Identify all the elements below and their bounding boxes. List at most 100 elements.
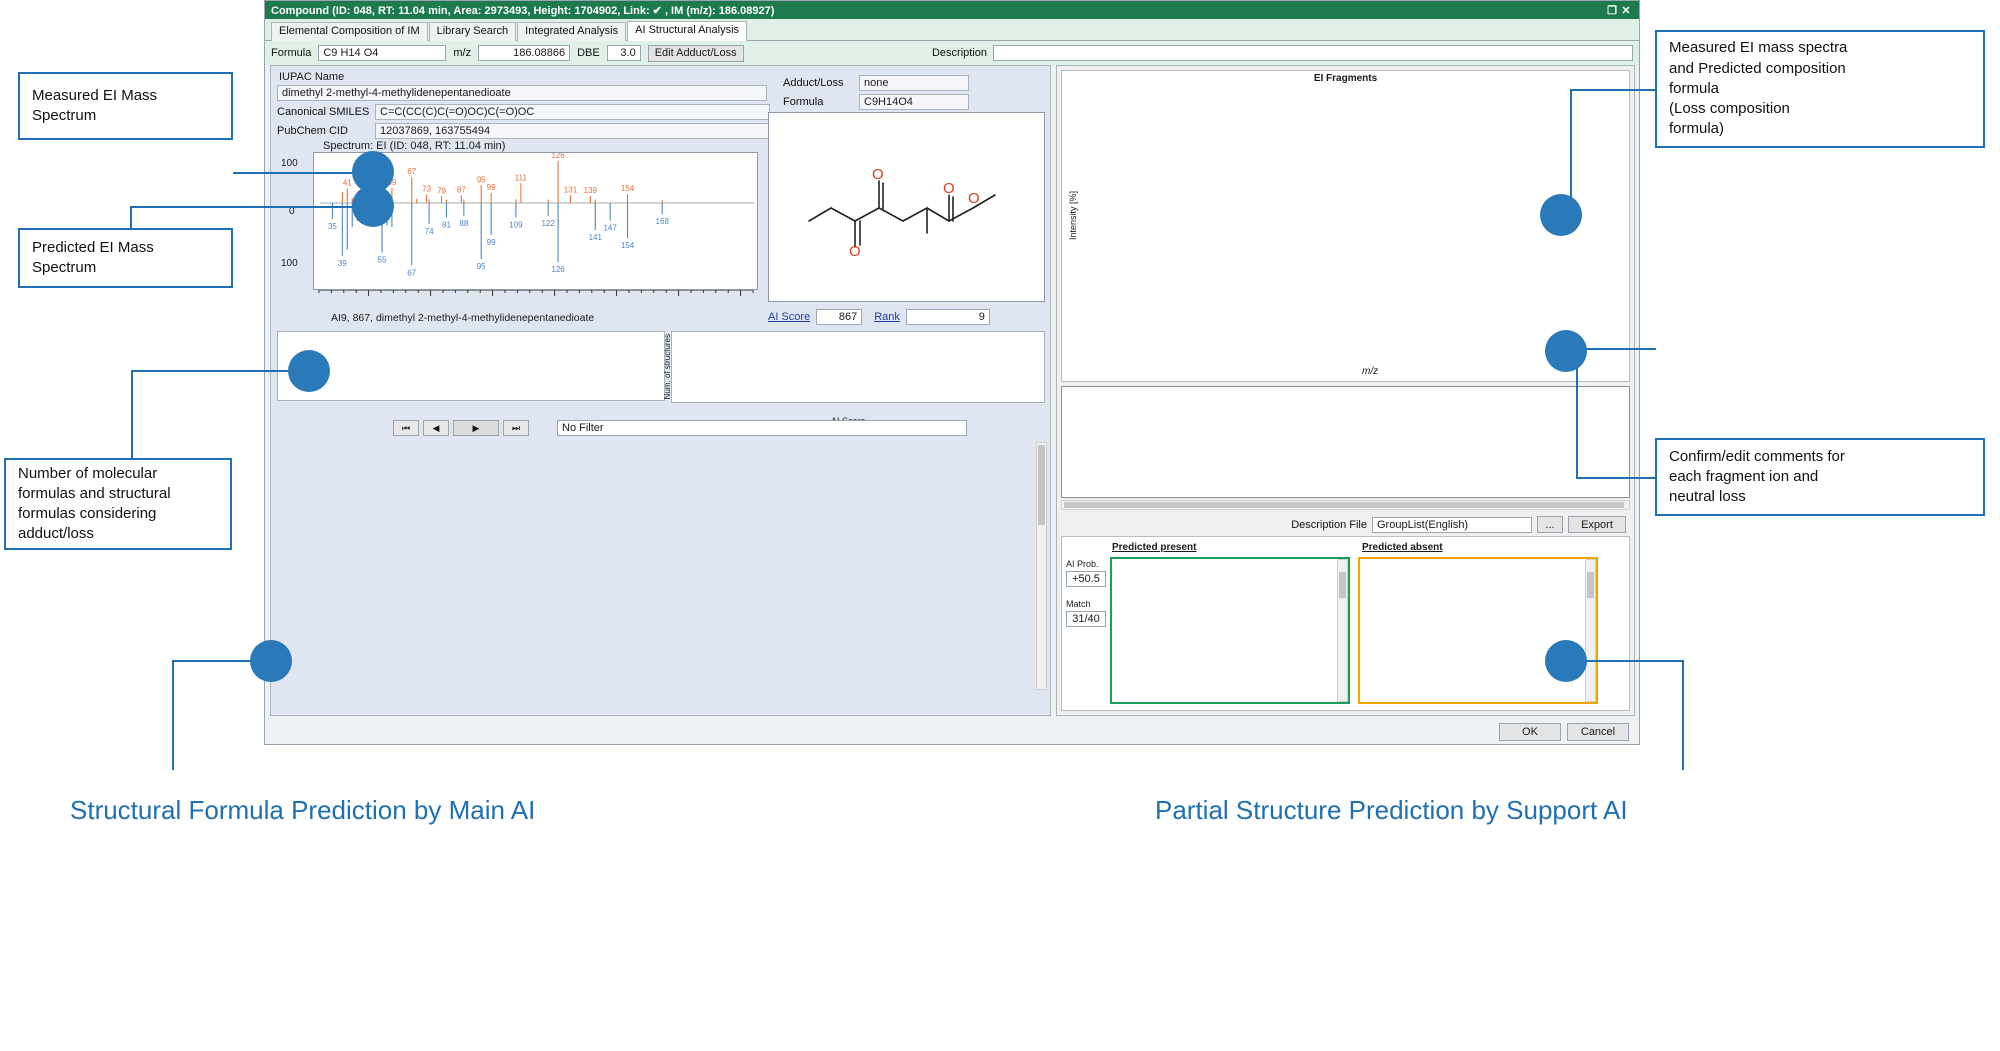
adduct-loss-table[interactable] bbox=[277, 331, 665, 401]
svg-text:139: 139 bbox=[584, 186, 598, 195]
close-window-icon[interactable]: ✕ bbox=[1619, 4, 1633, 17]
leader-numformulas-v bbox=[131, 370, 133, 460]
ei-fragments-xlabel: m/z bbox=[1362, 366, 1378, 377]
last-page-button[interactable]: ⏭ bbox=[503, 420, 529, 436]
tab-ai-structural-analysis[interactable]: AI Structural Analysis bbox=[627, 21, 747, 41]
footer-right-title: Partial Structure Prediction by Support … bbox=[1155, 795, 1985, 826]
dbe-label: DBE bbox=[577, 47, 600, 59]
leader-footer-left-v bbox=[172, 660, 174, 770]
tab-integrated-analysis[interactable]: Integrated Analysis bbox=[517, 22, 626, 41]
callout-measured-text: Measured EI Mass Spectrum bbox=[32, 86, 157, 127]
navigation-bar: ⏮ ◀ ▶ ⏭ No Filter bbox=[277, 420, 1045, 436]
svg-text:74: 74 bbox=[425, 227, 434, 236]
svg-text:99: 99 bbox=[487, 183, 496, 192]
svg-text:147: 147 bbox=[603, 224, 617, 233]
marker-footer-left bbox=[250, 640, 292, 682]
ei-fragments-svg[interactable] bbox=[1080, 87, 1616, 369]
leader-footer-right-v bbox=[1682, 660, 1684, 770]
iupac-name-input[interactable]: dimethyl 2-methyl-4-methylidenepentanedi… bbox=[277, 85, 767, 101]
callout-measured-right: Measured EI mass spectra and Predicted c… bbox=[1655, 30, 1985, 148]
tab-library-search[interactable]: Library Search bbox=[429, 22, 517, 41]
ei-fragments-ylabel: Intensity [%] bbox=[1068, 191, 1078, 240]
formula-input[interactable]: C9 H14 O4 bbox=[318, 45, 446, 61]
histogram-x-ticks bbox=[671, 404, 1045, 416]
structure-grid-scrollbar[interactable] bbox=[1036, 442, 1047, 690]
marker-measured-right bbox=[1540, 194, 1582, 236]
marker-predicted bbox=[352, 185, 394, 227]
absent-scrollbar[interactable] bbox=[1585, 559, 1596, 702]
svg-text:154: 154 bbox=[621, 184, 635, 193]
export-button[interactable]: Export bbox=[1568, 516, 1626, 533]
svg-text:95: 95 bbox=[477, 175, 486, 184]
present-scrollbar[interactable] bbox=[1337, 559, 1348, 702]
hscrollbar-thumb[interactable] bbox=[1064, 502, 1624, 508]
canonical-smiles-input[interactable]: C=C(CC(C)C(=O)OC)C(=O)OC bbox=[375, 104, 770, 120]
structure-drawing-box: O O O O bbox=[768, 112, 1045, 302]
marker-footer-right bbox=[1545, 640, 1587, 682]
rank-value: 9 bbox=[906, 309, 990, 325]
scrollbar-thumb[interactable] bbox=[1038, 445, 1045, 525]
leader-confirm-h2 bbox=[1576, 477, 1656, 479]
svg-text:35: 35 bbox=[328, 222, 337, 231]
ok-button[interactable]: OK bbox=[1499, 723, 1561, 741]
present-cards bbox=[1112, 559, 1337, 702]
predicted-present-group[interactable] bbox=[1110, 557, 1350, 704]
cancel-button[interactable]: Cancel bbox=[1567, 723, 1629, 741]
predicted-absent-group[interactable] bbox=[1358, 557, 1598, 704]
first-page-button[interactable]: ⏮ bbox=[393, 420, 419, 436]
svg-text:67: 67 bbox=[407, 167, 416, 176]
spectrum-y-top-label: 100 bbox=[281, 158, 298, 169]
fragment-table[interactable] bbox=[1061, 386, 1630, 498]
spectrum-y-bottom-label: 100 bbox=[281, 258, 298, 269]
description-file-label: Description File bbox=[1291, 519, 1367, 531]
leader-measured-h bbox=[233, 172, 353, 174]
dbe-input[interactable]: 3.0 bbox=[607, 45, 641, 61]
histogram-ylabel: Num. of structures bbox=[663, 334, 672, 399]
adduct-loss-label: Adduct/Loss bbox=[783, 77, 853, 89]
absent-scrollbar-thumb[interactable] bbox=[1587, 572, 1594, 598]
formula-toolbar: Formula C9 H14 O4 m/z 186.08866 DBE 3.0 … bbox=[265, 41, 1639, 65]
play-button[interactable]: ▶ bbox=[453, 420, 499, 436]
leader-numformulas-h bbox=[131, 370, 291, 372]
svg-text:126: 126 bbox=[551, 153, 565, 160]
restore-window-icon[interactable]: ❐ bbox=[1605, 4, 1619, 17]
application-window: Compound (ID: 048, RT: 11.04 min, Area: … bbox=[264, 0, 1640, 745]
callout-measured-right-text: Measured EI mass spectra and Predicted c… bbox=[1669, 38, 1847, 139]
spectrum-caption: AI9, 867, dimethyl 2-methyl-4-methyliden… bbox=[331, 312, 594, 324]
edit-adduct-loss-button[interactable]: Edit Adduct/Loss bbox=[648, 45, 744, 62]
ai-score-label[interactable]: AI Score bbox=[768, 311, 810, 323]
previous-page-button[interactable]: ◀ bbox=[423, 420, 449, 436]
ai-prob-value: +50.5 bbox=[1066, 571, 1106, 587]
svg-text:122: 122 bbox=[541, 219, 555, 228]
rank-label[interactable]: Rank bbox=[874, 311, 900, 323]
footer-left: Structural Formula Prediction by Main AI bbox=[70, 795, 940, 834]
predicted-present-title: Predicted present bbox=[1112, 542, 1196, 553]
application-body: IUPAC Name dimethyl 2-methyl-4-methylide… bbox=[265, 65, 1639, 718]
adduct-loss-input[interactable]: none bbox=[859, 75, 969, 91]
description-input[interactable] bbox=[993, 45, 1633, 61]
predicted-absent-title: Predicted absent bbox=[1362, 542, 1443, 553]
leader-right-top-h bbox=[1570, 89, 1656, 91]
right-panel: EI Fragments Intensity [%] m/z D bbox=[1056, 65, 1635, 716]
oxygen-atom-label-2: O bbox=[872, 166, 884, 183]
match-value: 31/40 bbox=[1066, 611, 1106, 627]
callout-num-formulas-text: Number of molecular formulas and structu… bbox=[18, 464, 171, 545]
sub-formula-input[interactable]: C9H14O4 bbox=[859, 94, 969, 110]
present-scrollbar-thumb[interactable] bbox=[1339, 572, 1346, 598]
pubchem-cid-input[interactable]: 12037869, 163755494 bbox=[375, 123, 770, 139]
spectrum-title: Spectrum: EI (ID: 048, RT: 11.04 min) bbox=[323, 140, 505, 152]
ai-prob-label: AI Prob. bbox=[1066, 559, 1108, 569]
mz-input[interactable]: 186.08866 bbox=[478, 45, 570, 61]
svg-text:88: 88 bbox=[459, 219, 468, 228]
callout-num-formulas: Number of molecular formulas and structu… bbox=[4, 458, 232, 550]
structure-card-grid[interactable] bbox=[277, 442, 1034, 690]
fragment-table-hscrollbar[interactable] bbox=[1061, 500, 1630, 510]
browse-button[interactable]: ... bbox=[1537, 516, 1563, 533]
oxygen-atom-label-4: O bbox=[968, 190, 980, 207]
tab-elemental-composition[interactable]: Elemental Composition of IM bbox=[271, 22, 428, 41]
svg-text:81: 81 bbox=[442, 220, 451, 229]
filter-dropdown[interactable]: No Filter bbox=[557, 420, 967, 436]
description-file-input[interactable]: GroupList(English) bbox=[1372, 517, 1532, 533]
description-row: Description bbox=[932, 45, 1633, 61]
ai-score-histogram[interactable] bbox=[671, 331, 1045, 403]
